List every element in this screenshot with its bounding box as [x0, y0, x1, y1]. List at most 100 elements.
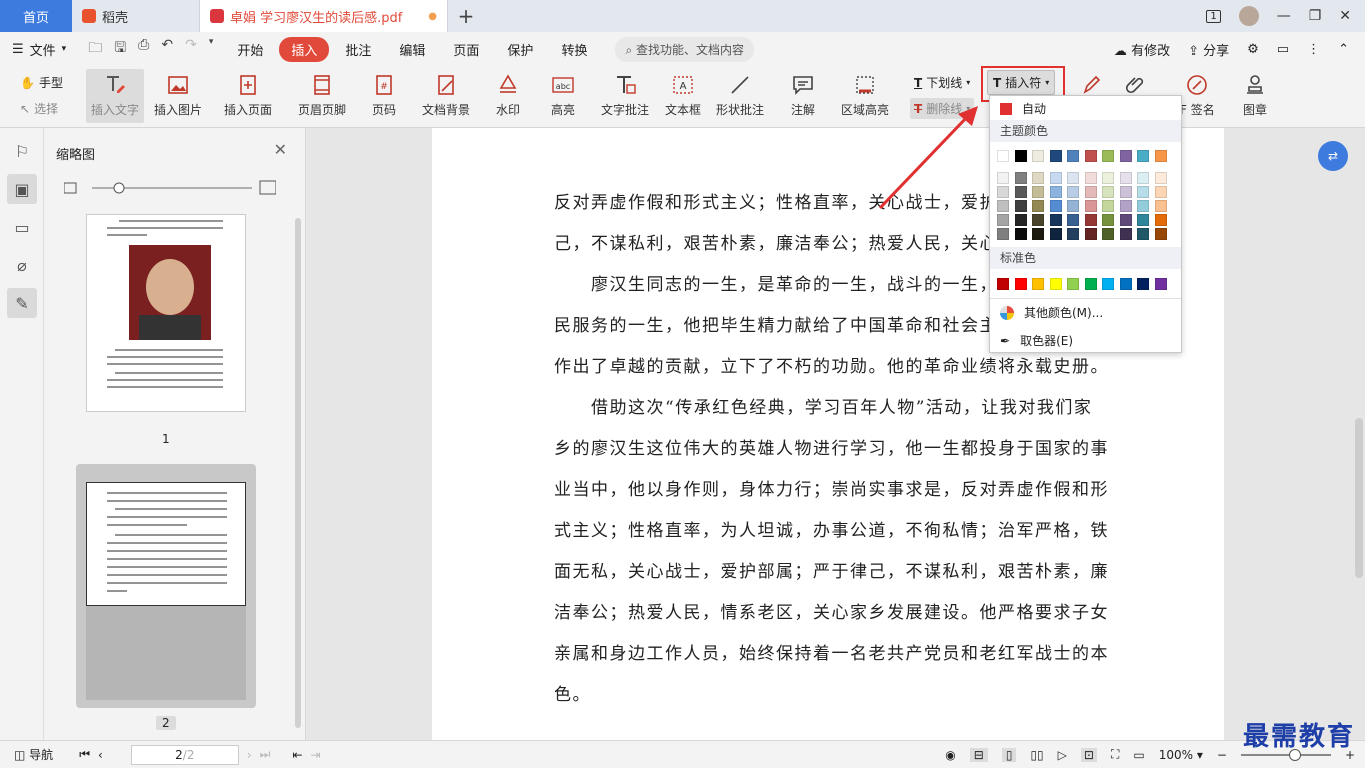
- standard-color-swatch[interactable]: [1154, 278, 1167, 290]
- window-count-badge[interactable]: 1: [1206, 9, 1221, 23]
- theme-color-swatch[interactable]: [1102, 150, 1114, 162]
- theme-shade-swatch[interactable]: [997, 214, 1009, 226]
- theme-shade-swatch[interactable]: [1014, 200, 1027, 212]
- theme-color-swatch[interactable]: [1049, 150, 1062, 162]
- tab-edit[interactable]: 编辑: [387, 37, 437, 62]
- stamp-button[interactable]: 图章: [1243, 73, 1267, 118]
- theme-shade-swatch[interactable]: [1084, 186, 1097, 198]
- redo-icon[interactable]: ↷: [185, 37, 197, 61]
- theme-shade-swatch[interactable]: [1014, 172, 1027, 184]
- theme-shade-swatch[interactable]: [1137, 200, 1149, 212]
- standard-color-swatch[interactable]: [1119, 278, 1132, 290]
- theme-shade-swatch[interactable]: [1102, 228, 1114, 240]
- share-button[interactable]: ⇪ 分享: [1188, 40, 1229, 59]
- print-icon[interactable]: ⎙: [138, 37, 149, 61]
- open-folder-icon[interactable]: 🗀: [88, 37, 102, 61]
- zoom-slider[interactable]: [1240, 748, 1331, 761]
- theme-shade-swatch[interactable]: [1049, 200, 1062, 212]
- tab-comment[interactable]: 批注: [333, 37, 383, 62]
- theme-shade-swatch[interactable]: [1049, 186, 1062, 198]
- theme-shade-swatch[interactable]: [1067, 186, 1079, 198]
- forward-icon[interactable]: ⇥: [311, 748, 321, 762]
- single-page-icon[interactable]: ▯: [1001, 747, 1017, 762]
- theme-shade-swatch[interactable]: [997, 186, 1009, 198]
- prev-page-icon[interactable]: ‹: [98, 748, 103, 762]
- new-tab-button[interactable]: +: [448, 0, 484, 32]
- signature-button[interactable]: F 签名: [1180, 73, 1215, 118]
- standard-color-swatch[interactable]: [997, 278, 1009, 290]
- standard-color-swatch[interactable]: [1137, 278, 1149, 290]
- theme-shade-swatch[interactable]: [1137, 228, 1149, 240]
- thumbnail-scrollbar[interactable]: [295, 218, 301, 728]
- select-tool[interactable]: ↖ 选择: [20, 100, 58, 117]
- theme-color-swatch[interactable]: [1067, 150, 1079, 162]
- bookmark-icon[interactable]: ⚐: [7, 136, 37, 166]
- standard-color-swatch[interactable]: [1032, 278, 1044, 290]
- fit-width-icon[interactable]: ⊟: [969, 747, 988, 762]
- tab-page[interactable]: 页面: [441, 37, 491, 62]
- text-box-button[interactable]: A 文本框: [665, 73, 701, 118]
- standard-color-swatch[interactable]: [1102, 278, 1114, 290]
- theme-color-swatch[interactable]: [1014, 150, 1027, 162]
- theme-shade-swatch[interactable]: [1119, 172, 1132, 184]
- actual-size-icon[interactable]: ⊡: [1080, 747, 1097, 762]
- theme-shade-swatch[interactable]: [1014, 186, 1027, 198]
- close-icon[interactable]: ✕: [274, 140, 287, 159]
- more-colors-option[interactable]: 其他颜色(M)...: [1000, 304, 1103, 321]
- eyedropper-option[interactable]: ✒ 取色器(E): [1000, 332, 1073, 349]
- navigation-toggle[interactable]: ◫ 导航: [14, 746, 53, 763]
- theme-color-swatch[interactable]: [997, 150, 1009, 162]
- close-window-icon[interactable]: ✕: [1339, 8, 1351, 24]
- page-thumbnail-2-selected[interactable]: [76, 464, 256, 708]
- highlight-button[interactable]: abc 高亮: [551, 73, 575, 118]
- next-page-icon[interactable]: ›: [247, 748, 252, 762]
- insert-page-button[interactable]: 插入页面: [224, 73, 272, 118]
- theme-shade-swatch[interactable]: [1137, 186, 1149, 198]
- tab-protect[interactable]: 保护: [495, 37, 545, 62]
- insert-image-button[interactable]: 插入图片: [154, 73, 202, 118]
- theme-shade-swatch[interactable]: [1014, 214, 1027, 226]
- document-scrollbar[interactable]: [1355, 418, 1363, 578]
- fit-page-icon[interactable]: ⛶: [1111, 747, 1119, 762]
- search-box[interactable]: ⌕ 查找功能、文档内容: [615, 36, 755, 62]
- theme-shade-swatch[interactable]: [1119, 200, 1132, 212]
- theme-shade-swatch[interactable]: [1032, 172, 1044, 184]
- theme-shade-swatch[interactable]: [1154, 200, 1167, 212]
- first-page-icon[interactable]: ⏮: [79, 747, 90, 762]
- two-page-icon[interactable]: ▯▯: [1030, 748, 1043, 762]
- standard-color-swatch[interactable]: [1049, 278, 1062, 290]
- doc-background-button[interactable]: 文档背景: [422, 73, 470, 118]
- theme-shade-swatch[interactable]: [1154, 172, 1167, 184]
- tab-convert[interactable]: 转换: [549, 37, 599, 62]
- theme-shade-swatch[interactable]: [1102, 172, 1114, 184]
- save-icon[interactable]: 🖫: [114, 37, 126, 61]
- header-footer-button[interactable]: 页眉页脚: [298, 73, 346, 118]
- theme-shade-swatch[interactable]: [1049, 228, 1062, 240]
- insert-text-button[interactable]: 插入文字: [86, 69, 144, 123]
- watermark-button[interactable]: 水印: [496, 73, 520, 118]
- theme-shade-swatch[interactable]: [1119, 186, 1132, 198]
- theme-color-swatch[interactable]: [1154, 150, 1167, 162]
- standard-color-swatch[interactable]: [1014, 278, 1027, 290]
- tab-home[interactable]: 首页: [0, 0, 72, 32]
- undo-icon[interactable]: ↶: [161, 37, 173, 61]
- back-icon[interactable]: ⇤: [292, 748, 302, 762]
- collapse-ribbon-icon[interactable]: ⌃: [1338, 42, 1349, 57]
- shape-annotation-button[interactable]: 形状批注: [716, 73, 764, 118]
- tab-daoke[interactable]: 稻壳: [72, 0, 200, 32]
- theme-shade-swatch[interactable]: [1014, 228, 1027, 240]
- theme-shade-swatch[interactable]: [1067, 172, 1079, 184]
- theme-shade-swatch[interactable]: [1137, 214, 1149, 226]
- theme-shade-swatch[interactable]: [1119, 228, 1132, 240]
- hand-tool[interactable]: ✋ 手型: [20, 74, 63, 91]
- cloud-sync-button[interactable]: ☁ 有修改: [1114, 40, 1170, 59]
- area-highlight-button[interactable]: 区域高亮: [841, 73, 889, 118]
- theme-shade-swatch[interactable]: [1067, 200, 1079, 212]
- theme-shade-swatch[interactable]: [1137, 172, 1149, 184]
- comment-panel-icon[interactable]: ▭: [7, 212, 37, 242]
- tab-start[interactable]: 开始: [225, 37, 275, 62]
- auto-color-option[interactable]: 自动: [1000, 100, 1046, 117]
- last-page-icon[interactable]: ⏭: [260, 747, 271, 762]
- theme-shade-swatch[interactable]: [997, 228, 1009, 240]
- eye-mode-icon[interactable]: ◉: [945, 748, 955, 762]
